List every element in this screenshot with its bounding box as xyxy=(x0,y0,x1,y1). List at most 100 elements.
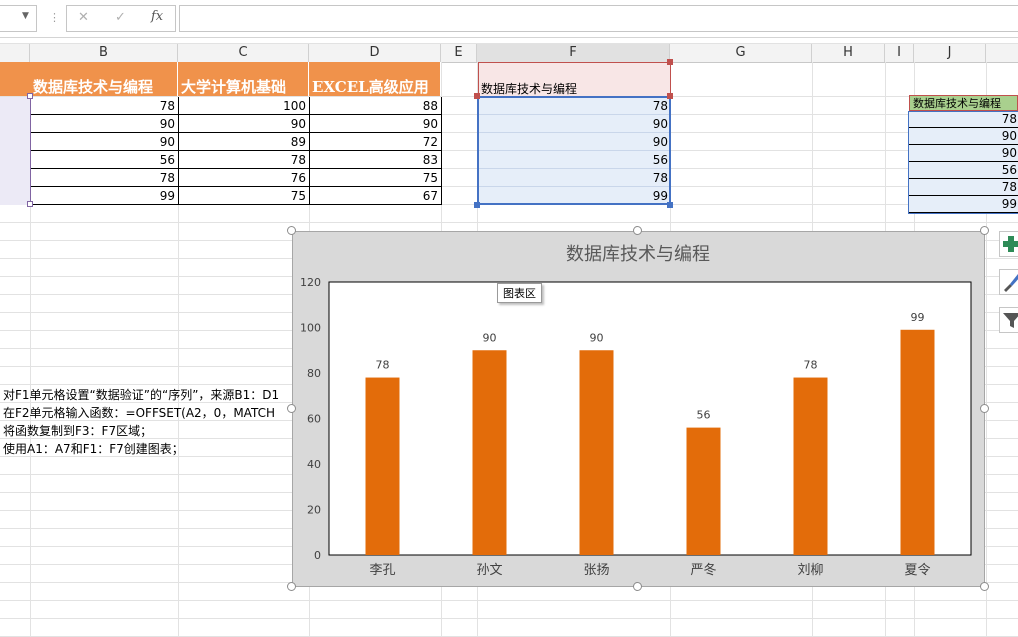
resize-handle[interactable] xyxy=(287,404,296,413)
column-header-d[interactable]: D xyxy=(309,44,441,62)
y-tick-label: 40 xyxy=(307,458,321,471)
resize-handle[interactable] xyxy=(980,226,989,235)
x-tick-label: 张扬 xyxy=(583,563,609,578)
chart-tooltip: 图表区 xyxy=(497,283,542,303)
column-header-c[interactable]: C xyxy=(178,44,309,62)
filter-icon xyxy=(1003,313,1018,328)
column-header-b[interactable]: B xyxy=(30,44,178,62)
chart-elements-button[interactable] xyxy=(999,231,1018,257)
enter-icon[interactable]: ✓ xyxy=(115,10,126,25)
bar[interactable] xyxy=(472,350,507,555)
table-cell[interactable]: 88 xyxy=(310,97,442,115)
table-cell[interactable]: 100 xyxy=(179,97,310,115)
x-tick-label: 李孔 xyxy=(369,563,395,578)
note-line[interactable]: 将函数复制到F3：F7区域； xyxy=(3,422,152,439)
cell-a1[interactable] xyxy=(0,62,30,96)
j-range-selection xyxy=(908,111,1018,214)
f1-dropdown-value[interactable]: 数据库技术与编程 xyxy=(481,80,577,97)
data-label[interactable]: 99 xyxy=(911,311,925,324)
resize-handle[interactable] xyxy=(980,404,989,413)
y-tick-label: 60 xyxy=(307,413,321,426)
table-cell[interactable]: 90 xyxy=(31,115,179,133)
x-tick-label: 严冬 xyxy=(690,562,716,578)
drag-handle-icon[interactable]: ⋮ xyxy=(49,11,60,24)
data-label[interactable]: 78 xyxy=(804,359,818,372)
bar[interactable] xyxy=(793,377,828,555)
range-handle[interactable] xyxy=(27,93,33,99)
table-cell[interactable]: 67 xyxy=(310,187,442,205)
table-cell[interactable]: 90 xyxy=(310,115,442,133)
column-header-h[interactable]: H xyxy=(812,44,885,62)
y-tick-label: 100 xyxy=(300,322,321,335)
brush-icon xyxy=(1004,274,1018,292)
bar[interactable] xyxy=(579,350,614,555)
table-cell[interactable]: 90 xyxy=(31,133,179,151)
table-cell[interactable]: 78 xyxy=(31,97,179,115)
table-cell[interactable]: 78 xyxy=(179,151,310,169)
y-tick-label: 0 xyxy=(314,549,321,562)
chart-title[interactable]: 数据库技术与编程 xyxy=(566,244,710,265)
table-cell[interactable]: 75 xyxy=(310,169,442,187)
table-cell[interactable]: 75 xyxy=(179,187,310,205)
data-label[interactable]: 90 xyxy=(590,331,604,344)
x-axis[interactable]: 李孔 孙文 张扬 严冬 刘柳 夏令 xyxy=(369,562,930,578)
chevron-down-icon[interactable]: ▼ xyxy=(22,11,29,21)
resize-handle[interactable] xyxy=(980,582,989,591)
range-handle[interactable] xyxy=(474,93,480,99)
range-handle[interactable] xyxy=(667,59,673,65)
bar-chart: 数据库技术与编程 0 20 40 60 80 100 120 78 90 90 56 78 99 李孔… xyxy=(300,244,972,578)
table-cell[interactable]: 89 xyxy=(179,133,310,151)
data-label[interactable]: 78 xyxy=(376,359,390,372)
column-header-i[interactable]: I xyxy=(885,44,914,62)
x-tick-label: 孙文 xyxy=(476,563,502,578)
note-line[interactable]: 对F1单元格设置“数据验证”的“序列”，来源B1：D1 xyxy=(3,386,279,403)
chart-area[interactable]: 数据库技术与编程 0 20 40 60 80 100 120 78 90 90 56 78 99 李孔… xyxy=(292,231,985,587)
table-header-cell[interactable]: 数据库技术与编程 xyxy=(30,62,178,96)
formula-input[interactable] xyxy=(179,5,1018,32)
y-tick-label: 120 xyxy=(300,276,321,289)
table-cell[interactable]: 99 xyxy=(31,187,179,205)
bar[interactable] xyxy=(365,377,400,555)
table-cell[interactable]: 78 xyxy=(31,169,179,187)
name-box[interactable] xyxy=(0,5,37,32)
note-line[interactable]: 在F2单元格输入函数：=OFFSET(A2，0，MATCH xyxy=(3,404,275,421)
y-axis[interactable]: 0 20 40 60 80 100 120 xyxy=(300,276,321,562)
column-header-g[interactable]: G xyxy=(670,44,812,62)
table-header-cell[interactable]: 大学计算机基础 xyxy=(178,62,309,96)
f-range-selection xyxy=(477,96,671,205)
table-cell[interactable]: 83 xyxy=(310,151,442,169)
column-a-selection[interactable] xyxy=(0,97,31,205)
data-label[interactable]: 90 xyxy=(483,331,497,344)
resize-handle[interactable] xyxy=(287,582,296,591)
resize-handle[interactable] xyxy=(633,582,642,591)
plot-area[interactable] xyxy=(328,281,972,556)
plus-icon xyxy=(1003,236,1018,252)
resize-handle[interactable] xyxy=(633,226,642,235)
table-cell[interactable]: 76 xyxy=(179,169,310,187)
chart-filters-button[interactable] xyxy=(999,307,1018,333)
table-cell[interactable]: 90 xyxy=(179,115,310,133)
insert-function-icon[interactable]: fx xyxy=(151,9,163,24)
chart-styles-button[interactable] xyxy=(999,269,1018,295)
bar[interactable] xyxy=(900,329,935,555)
column-header-e[interactable]: E xyxy=(441,44,477,62)
column-header-k[interactable] xyxy=(986,44,1018,62)
bar[interactable] xyxy=(686,427,721,555)
table-cell[interactable]: 56 xyxy=(31,151,179,169)
j-header-cell[interactable]: 数据库技术与编程 xyxy=(909,95,1018,111)
table-cell[interactable]: 72 xyxy=(310,133,442,151)
note-line[interactable]: 使用A1：A7和F1：F7创建图表； xyxy=(3,440,184,457)
column-header-f[interactable]: F xyxy=(477,44,670,62)
table-header-cell[interactable]: EXCEL高级应用 xyxy=(309,62,441,96)
data-label[interactable]: 56 xyxy=(697,409,711,422)
range-handle[interactable] xyxy=(667,202,673,208)
x-tick-label: 夏令 xyxy=(904,563,930,578)
y-tick-label: 80 xyxy=(307,367,321,380)
range-handle[interactable] xyxy=(27,201,33,207)
cancel-icon[interactable]: ✕ xyxy=(78,10,89,25)
column-header-j[interactable]: J xyxy=(914,44,986,62)
range-handle[interactable] xyxy=(474,202,480,208)
resize-handle[interactable] xyxy=(287,226,296,235)
column-header-a[interactable] xyxy=(0,44,30,62)
range-handle[interactable] xyxy=(667,93,673,99)
